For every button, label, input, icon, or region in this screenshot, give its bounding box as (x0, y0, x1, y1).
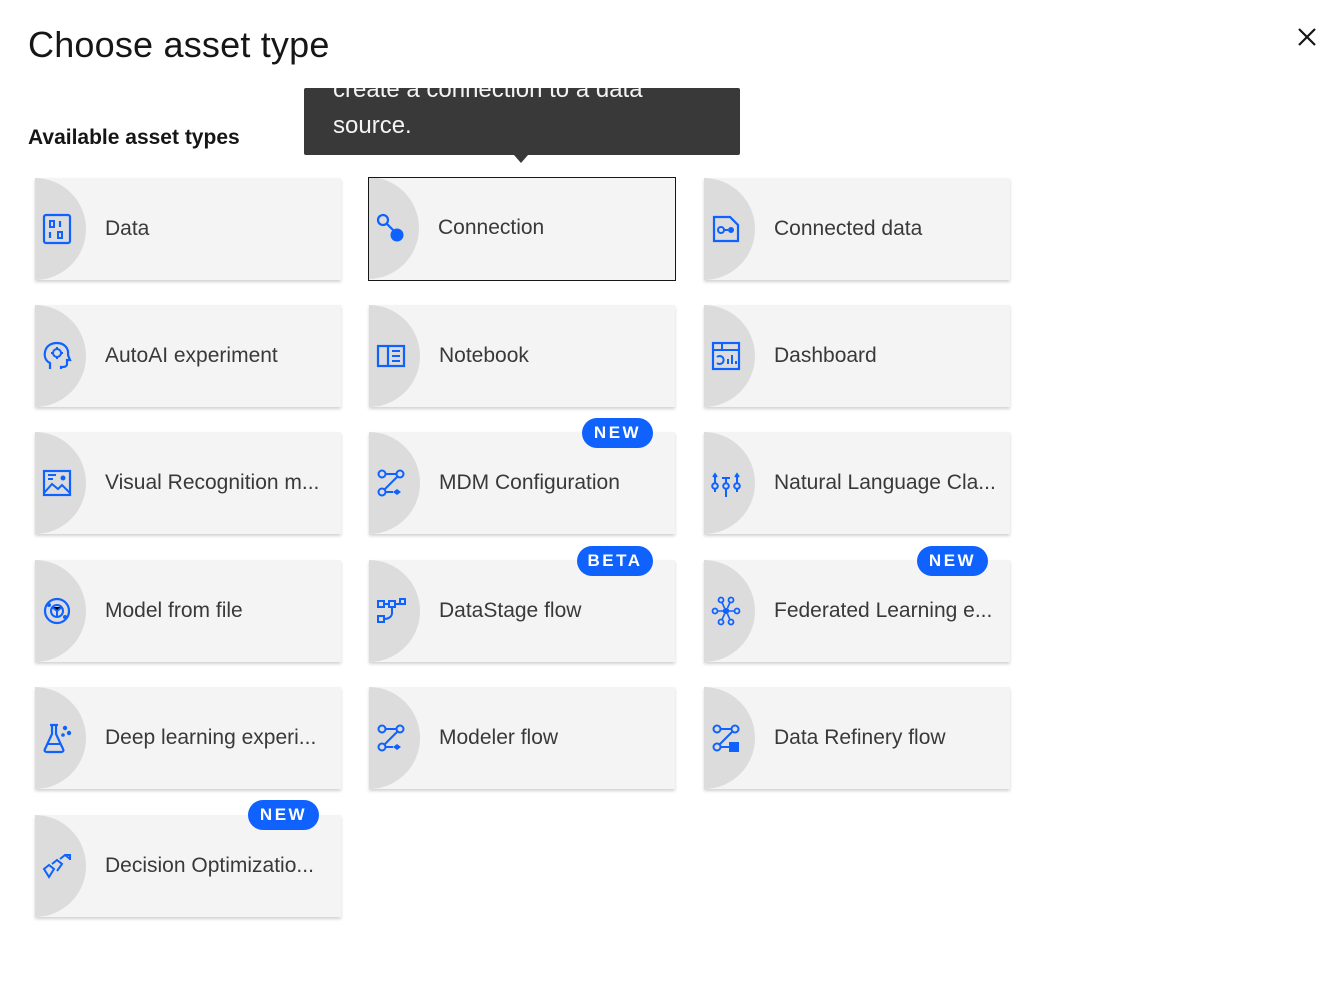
tile-decision-optimization[interactable]: Decision Optimizatio... (35, 815, 341, 917)
new-badge: NEW (248, 800, 319, 830)
tile-label: Connected data (774, 217, 923, 240)
tile-model-from-file[interactable]: Model from file (35, 560, 341, 662)
tooltip-caret (514, 155, 528, 163)
connection-tooltip: create a connection to a data source. (304, 88, 740, 155)
tile-label: Data (105, 217, 150, 240)
new-badge: NEW (582, 418, 653, 448)
tile-label: Deep learning experi... (105, 726, 317, 749)
tile-label: Model from file (105, 599, 243, 622)
autoai-icon (41, 340, 73, 372)
connected-data-icon (710, 213, 742, 245)
close-button[interactable] (1290, 20, 1324, 54)
tile-data[interactable]: Data (35, 178, 341, 280)
tile-label: Dashboard (774, 344, 877, 367)
tile-connection[interactable]: Connection (368, 177, 676, 281)
tile-notebook[interactable]: Notebook (369, 305, 675, 407)
tile-label: Connection (438, 216, 545, 239)
datastage-icon (375, 595, 407, 627)
data-icon (41, 213, 73, 245)
tile-label: Visual Recognition m... (105, 471, 320, 494)
model-icon (41, 595, 73, 627)
tile-label: Decision Optimizatio... (105, 854, 314, 877)
tile-data-refinery-flow[interactable]: Data Refinery flow (704, 687, 1010, 789)
tile-label: Natural Language Cla... (774, 471, 996, 494)
flow-icon (375, 467, 407, 499)
dialog-title: Choose asset type (28, 24, 330, 65)
natural-language-icon (710, 467, 742, 499)
tile-label: Modeler flow (439, 726, 559, 749)
decision-optimization-icon (41, 850, 73, 882)
dashboard-icon (710, 340, 742, 372)
flow-icon (375, 722, 407, 754)
tile-dashboard[interactable]: Dashboard (704, 305, 1010, 407)
flask-icon (41, 722, 73, 754)
data-refinery-icon (710, 722, 742, 754)
tile-visual-recognition[interactable]: Visual Recognition m... (35, 432, 341, 534)
new-badge: NEW (917, 546, 988, 576)
tile-label: Data Refinery flow (774, 726, 946, 749)
section-label: Available asset types (28, 126, 240, 149)
notebook-icon (375, 340, 407, 372)
tile-natural-language-classifier[interactable]: Natural Language Cla... (704, 432, 1010, 534)
connection-icon (374, 212, 406, 244)
tile-deep-learning-experiment[interactable]: Deep learning experi... (35, 687, 341, 789)
tile-modeler-flow[interactable]: Modeler flow (369, 687, 675, 789)
visual-recognition-icon (41, 467, 73, 499)
tile-autoai-experiment[interactable]: AutoAI experiment (35, 305, 341, 407)
tile-connected-data[interactable]: Connected data (704, 178, 1010, 280)
beta-badge: BETA (577, 546, 653, 576)
tooltip-text: create a connection to a data source. (333, 88, 643, 139)
tile-label: Notebook (439, 344, 529, 367)
tile-label: AutoAI experiment (105, 344, 278, 367)
close-icon (1298, 28, 1316, 46)
federated-icon (710, 595, 742, 627)
